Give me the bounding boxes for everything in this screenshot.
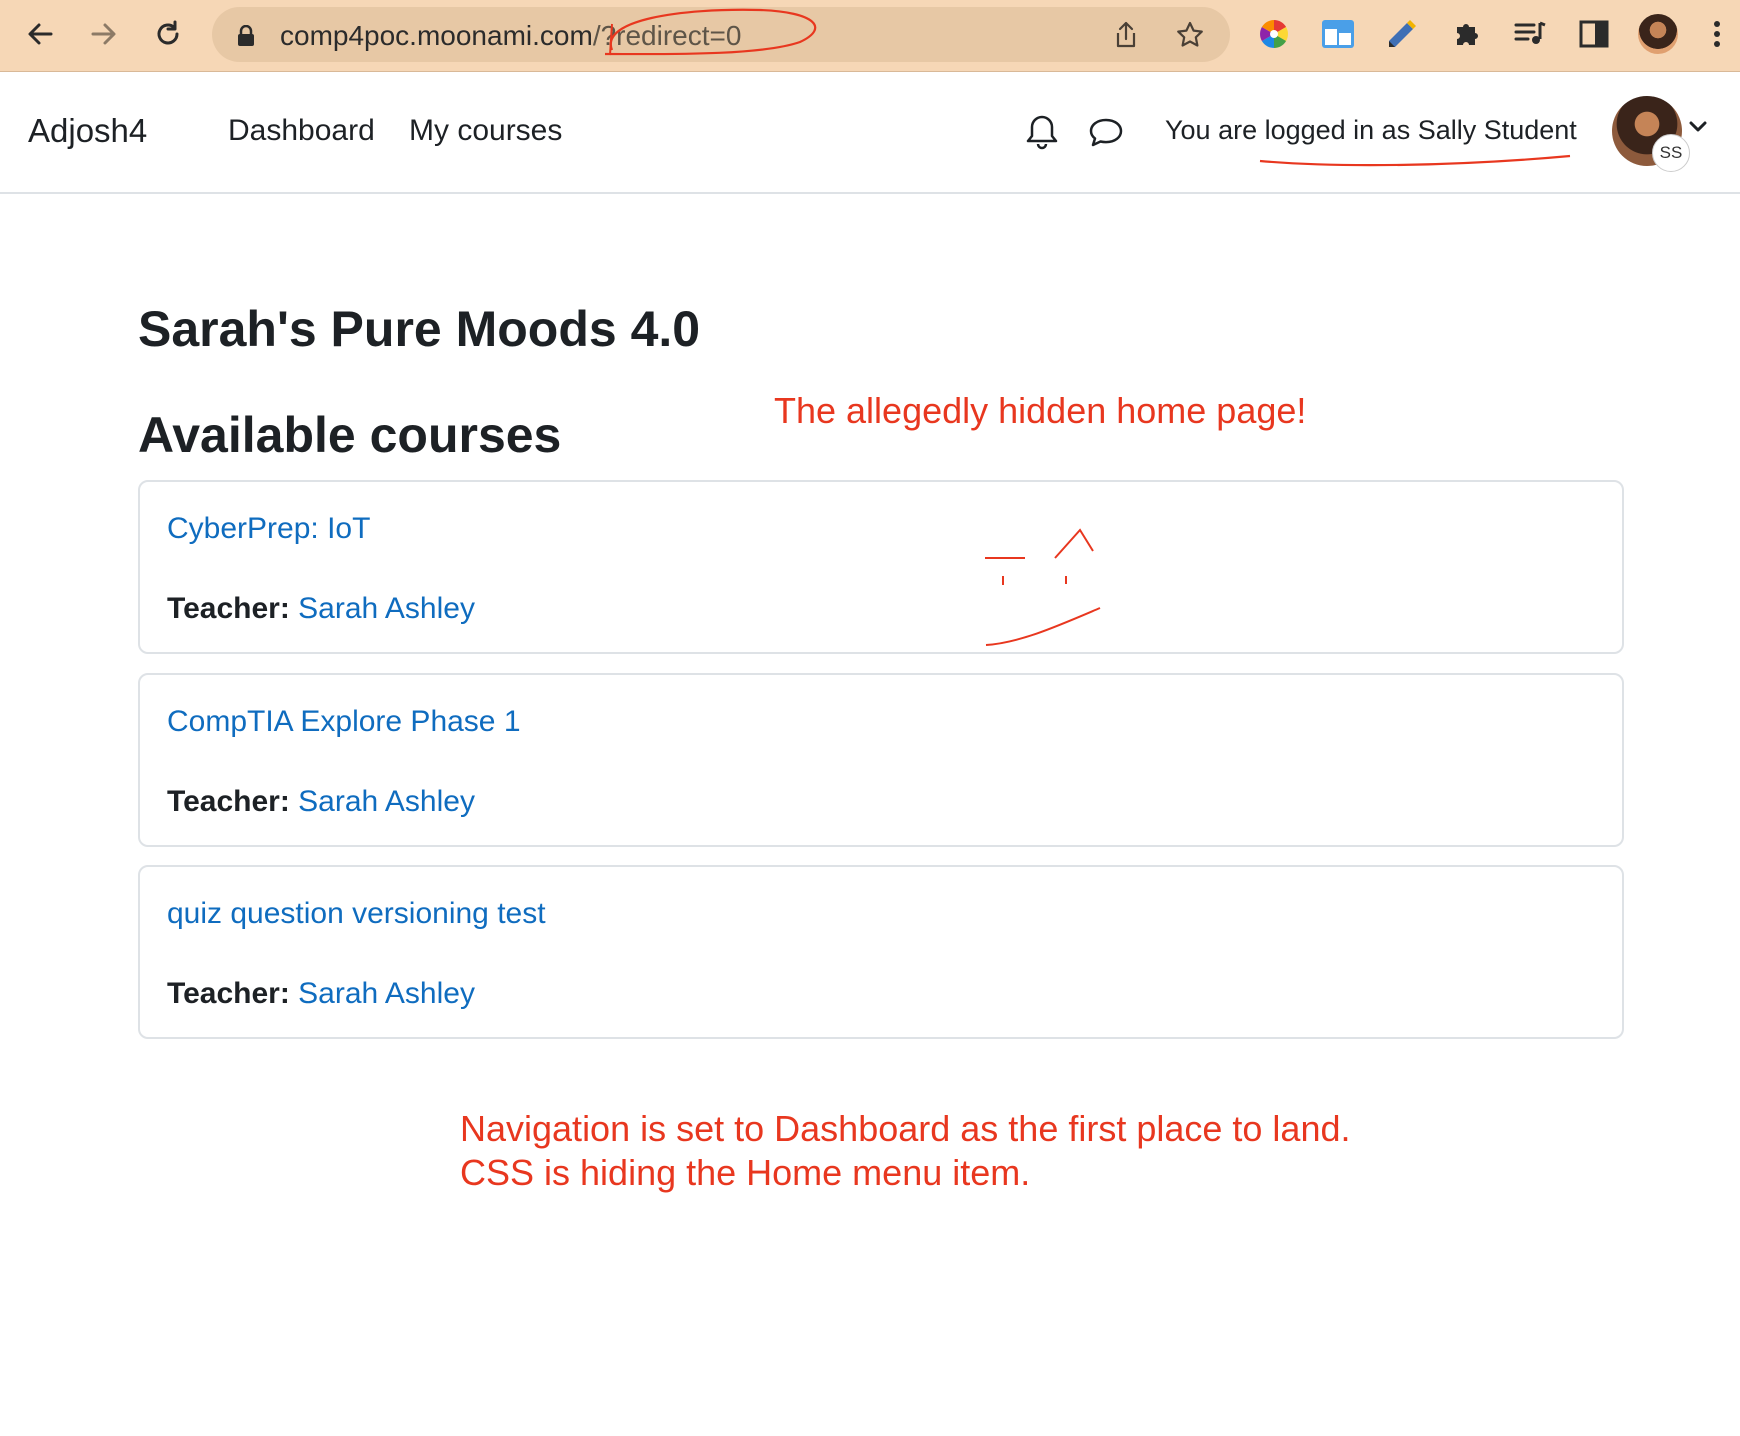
forward-arrow-icon: [91, 23, 116, 45]
share-button[interactable]: [1110, 19, 1142, 51]
chat-bubble-icon: [1089, 118, 1123, 147]
color-wheel-icon: [1260, 20, 1288, 48]
course-card: quiz question versioning test Teacher: S…: [138, 865, 1624, 1039]
back-button[interactable]: [18, 12, 62, 56]
share-icon: [1116, 21, 1136, 48]
window-extension[interactable]: [1318, 14, 1358, 54]
site-navbar: Adjosh4 Dashboard My courses You are log…: [0, 72, 1740, 194]
pencil-icon: [1389, 20, 1416, 47]
lock-icon: [238, 25, 254, 46]
course-name-link[interactable]: quiz question versioning test: [167, 897, 546, 931]
course-card: CyberPrep: IoT Teacher: Sarah Ashley: [138, 480, 1624, 654]
playlist-icon: [1514, 21, 1546, 44]
reload-icon: [157, 20, 179, 45]
puzzle-icon: [1457, 24, 1478, 45]
avatar-initials: SS: [1652, 134, 1690, 172]
kebab-menu-icon: [1714, 21, 1720, 47]
available-courses-heading: Available courses: [138, 407, 562, 463]
annotation-hidden-home: The allegedly hidden home page!: [774, 390, 1307, 431]
chevron-down-icon: [1689, 121, 1707, 132]
course-name-link[interactable]: CyberPrep: IoT: [167, 512, 370, 546]
annotation-note-line2: CSS is hiding the Home menu item.: [460, 1152, 1031, 1193]
site-brand[interactable]: Adjosh4: [28, 112, 147, 150]
teacher-name-link[interactable]: Sarah Ashley: [298, 785, 475, 818]
site-title: Sarah's Pure Moods 4.0: [138, 301, 701, 357]
star-icon: [1177, 21, 1203, 47]
url-text: comp4poc.moonami.com/?redirect=0: [280, 20, 741, 52]
user-avatar[interactable]: SS: [1612, 96, 1690, 172]
notifications-button[interactable]: [1022, 112, 1062, 152]
back-arrow-icon: [28, 23, 53, 45]
teacher-label: Teacher:: [167, 785, 290, 818]
annotation-note-line1: Navigation is set to Dashboard as the fi…: [460, 1108, 1351, 1149]
media-control-button[interactable]: [1510, 14, 1550, 54]
url-host: comp4poc.moonami.com: [280, 20, 593, 51]
course-teacher: Teacher: Sarah Ashley: [167, 977, 475, 1011]
forward-button[interactable]: [82, 12, 126, 56]
profile-avatar: [1638, 14, 1678, 54]
color-wheel-extension[interactable]: [1254, 14, 1294, 54]
teacher-name-link[interactable]: Sarah Ashley: [298, 592, 475, 625]
pencil-extension[interactable]: [1382, 14, 1422, 54]
course-teacher: Teacher: Sarah Ashley: [167, 592, 475, 626]
logged-in-info: You are logged in as Sally Student: [1165, 115, 1577, 145]
side-panel-button[interactable]: [1574, 14, 1614, 54]
teacher-name-link[interactable]: Sarah Ashley: [298, 977, 475, 1010]
url-query: /?redirect=0: [592, 20, 742, 51]
bell-icon: [1026, 115, 1058, 150]
address-bar[interactable]: comp4poc.moonami.com/?redirect=0: [212, 7, 1230, 62]
bookmark-button[interactable]: [1174, 19, 1206, 51]
nav-my-courses[interactable]: My courses: [409, 114, 562, 148]
reload-button[interactable]: [146, 12, 190, 56]
browser-toolbar: comp4poc.moonami.com/?redirect=0: [0, 0, 1740, 72]
teacher-label: Teacher:: [167, 977, 290, 1010]
extensions-button[interactable]: [1446, 14, 1486, 54]
side-panel-icon: [1579, 20, 1609, 48]
course-teacher: Teacher: Sarah Ashley: [167, 785, 475, 819]
messages-button[interactable]: [1086, 112, 1126, 152]
nav-dashboard[interactable]: Dashboard: [228, 114, 375, 148]
browser-menu-button[interactable]: [1702, 14, 1732, 54]
profile-button[interactable]: [1638, 14, 1678, 54]
window-icon: [1322, 20, 1354, 48]
course-name-link[interactable]: CompTIA Explore Phase 1: [167, 705, 521, 739]
teacher-label: Teacher:: [167, 592, 290, 625]
course-card: CompTIA Explore Phase 1 Teacher: Sarah A…: [138, 673, 1624, 847]
